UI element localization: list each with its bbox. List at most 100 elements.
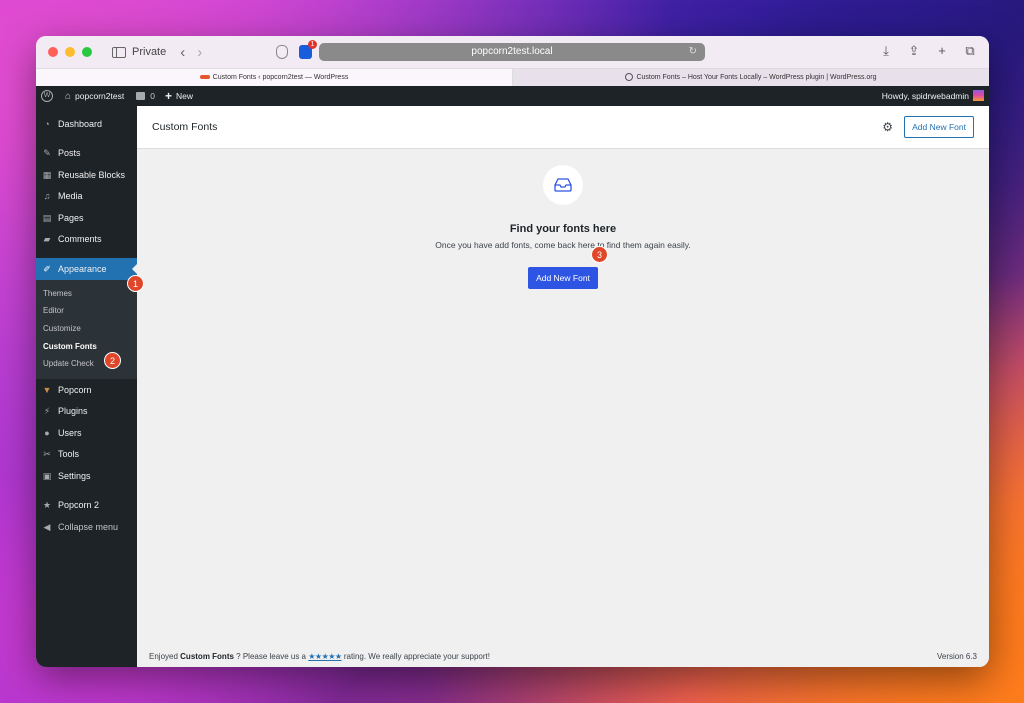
back-arrow-icon[interactable]: ‹ <box>180 44 185 61</box>
footer-plugin-name: Custom Fonts <box>180 652 234 661</box>
sidebar-item-users[interactable]: ● Users <box>36 422 137 444</box>
sidebar-item-reusable-blocks[interactable]: ▦ Reusable Blocks <box>36 164 137 186</box>
new-content-link[interactable]: New <box>176 91 193 101</box>
sidebar-item-tools[interactable]: ✂ Tools <box>36 443 137 465</box>
sidebar-item-label: Popcorn 2 <box>58 500 100 511</box>
sidebar-item-popcorn[interactable]: ▼ Popcorn <box>36 379 137 401</box>
comment-icon: ▰ <box>43 234 51 245</box>
submenu-item-customize[interactable]: Customize <box>36 320 137 338</box>
sidebar-item-media[interactable]: ♫ Media <box>36 186 137 208</box>
empty-state: Find your fonts here Once you have add f… <box>137 149 989 289</box>
version-label: Version 6.3 <box>936 652 977 661</box>
reload-icon[interactable]: ↻ <box>689 43 697 61</box>
sidebar-item-label: Pages <box>58 212 84 223</box>
submenu-item-custom-fonts[interactable]: Custom Fonts <box>36 338 137 356</box>
appearance-submenu: Themes Editor Customize Custom Fonts Upd… <box>36 279 137 379</box>
wordpress-favicon-icon <box>625 73 634 82</box>
sidebar-item-label: Posts <box>58 148 81 159</box>
add-new-font-button[interactable]: Add New Font <box>528 267 598 289</box>
rating-stars-link[interactable]: ★★★★★ <box>308 652 342 661</box>
wp-admin-bar: W ⌂ popcorn2test 0 + New Howdy, spidrweb… <box>36 86 989 106</box>
privacy-shield-icon[interactable] <box>276 45 288 59</box>
downloads-icon[interactable]: ⤓ <box>879 44 893 58</box>
site-name-link[interactable]: popcorn2test <box>75 91 124 101</box>
home-icon[interactable]: ⌂ <box>65 91 71 102</box>
add-new-font-header-button[interactable]: Add New Font <box>904 116 974 138</box>
forward-arrow-icon[interactable]: › <box>197 44 202 61</box>
sidebar-item-label: Media <box>58 191 83 202</box>
admin-sidebar: ◔ Dashboard ✎ Posts ▦ Reusable Blocks ♫ … <box>36 106 144 667</box>
sidebar-item-comments[interactable]: ▰ Comments <box>36 229 137 251</box>
address-bar[interactable]: popcorn2test.local ↻ <box>319 43 705 61</box>
pin-icon: ✎ <box>43 148 51 159</box>
page-title: Custom Fonts <box>152 121 218 133</box>
collapse-menu-button[interactable]: ◀ Collapse menu <box>36 516 137 538</box>
step-badge-2: 2 <box>104 352 121 369</box>
popcorn-favicon-icon <box>199 75 210 80</box>
submenu-item-update-check[interactable]: Update Check <box>36 355 137 373</box>
new-tab-icon[interactable]: + <box>935 44 949 58</box>
comment-bubble-icon[interactable] <box>136 92 146 100</box>
footer-text-middle: ? Please leave us a <box>236 652 306 661</box>
tab-wordpress-org-plugin[interactable]: Custom Fonts – Host Your Fonts Locally –… <box>513 69 989 86</box>
tab-label: Custom Fonts – Host Your Fonts Locally –… <box>636 74 877 81</box>
tab-bar: Custom Fonts ‹ popcorn2test — WordPress … <box>36 68 989 86</box>
close-window-button[interactable] <box>48 47 58 57</box>
tab-custom-fonts-admin[interactable]: Custom Fonts ‹ popcorn2test — WordPress <box>36 69 513 86</box>
browser-window: Private ‹ › 1 popcorn2test.local ↻ ⤓ ⇪ +… <box>36 36 989 667</box>
popcorn-icon: ▼ <box>42 384 52 395</box>
url-text: popcorn2test.local <box>471 46 553 57</box>
star-icon: ★ <box>42 500 52 511</box>
tab-overview-icon[interactable]: ⧉ <box>963 44 977 58</box>
comment-count[interactable]: 0 <box>150 91 155 101</box>
wrench-icon: ✂ <box>43 449 51 460</box>
submenu-item-themes[interactable]: Themes <box>36 285 137 303</box>
wordpress-logo-icon[interactable]: W <box>41 90 53 102</box>
sidebar-item-pages[interactable]: ▤ Pages <box>36 207 137 229</box>
sidebar-toggle-icon[interactable] <box>112 46 126 58</box>
sidebar-item-settings[interactable]: ▣ Settings <box>36 465 137 487</box>
tab-label: Custom Fonts ‹ popcorn2test — WordPress <box>212 74 349 81</box>
sidebar-item-label: Reusable Blocks <box>58 169 126 180</box>
footer-rating-text: Enjoyed Custom Fonts ? Please leave us a… <box>149 652 490 661</box>
settings-icon: ▣ <box>42 470 52 481</box>
admin-footer: Enjoyed Custom Fonts ? Please leave us a… <box>149 652 977 661</box>
sidebar-item-label: Tools <box>58 449 80 460</box>
avatar[interactable] <box>973 90 984 101</box>
main-content: Custom Fonts ⚙ Add New Font Find your fo… <box>137 106 989 667</box>
minimize-window-button[interactable] <box>65 47 75 57</box>
brush-icon: ✐ <box>43 263 51 274</box>
sidebar-item-posts[interactable]: ✎ Posts <box>36 143 137 165</box>
submenu-item-editor[interactable]: Editor <box>36 302 137 320</box>
browser-toolbar: Private ‹ › 1 popcorn2test.local ↻ ⤓ ⇪ +… <box>36 36 989 68</box>
inbox-icon <box>554 178 572 192</box>
inbox-icon-container <box>543 165 583 205</box>
sidebar-item-label: Dashboard <box>58 118 103 129</box>
toolbar-actions: ⤓ ⇪ + ⧉ <box>879 44 977 58</box>
page-header: Custom Fonts ⚙ Add New Font <box>137 106 989 149</box>
sidebar-item-label: Collapse menu <box>58 521 119 532</box>
window-controls <box>48 47 92 57</box>
sidebar-item-label: Popcorn <box>58 384 92 395</box>
blocks-icon: ▦ <box>42 169 52 180</box>
wp-admin-layout: ◔ Dashboard ✎ Posts ▦ Reusable Blocks ♫ … <box>36 106 989 667</box>
sidebar-item-appearance[interactable]: ✐ Appearance <box>36 258 137 280</box>
sidebar-item-label: Settings <box>58 470 91 481</box>
sidebar-item-plugins[interactable]: ⚡ Plugins <box>36 400 137 422</box>
sidebar-item-label: Plugins <box>58 406 88 417</box>
sidebar-item-label: Comments <box>58 234 102 245</box>
private-label: Private <box>132 46 167 58</box>
sidebar-item-dashboard[interactable]: ◔ Dashboard <box>36 113 137 135</box>
empty-state-title: Find your fonts here <box>509 223 617 235</box>
plus-icon[interactable]: + <box>165 89 172 103</box>
howdy-user-link[interactable]: Howdy, spidrwebadmin <box>882 91 969 101</box>
gear-icon[interactable]: ⚙ <box>882 121 893 133</box>
user-icon: ● <box>44 427 50 438</box>
sidebar-item-popcorn-2[interactable]: ★ Popcorn 2 <box>36 494 137 516</box>
sidebar-item-label: Users <box>58 427 82 438</box>
maximize-window-button[interactable] <box>82 47 92 57</box>
sidebar-item-label: Appearance <box>58 263 107 274</box>
share-icon[interactable]: ⇪ <box>907 44 921 58</box>
plug-icon: ⚡ <box>43 406 51 417</box>
dashboard-icon: ◔ <box>44 118 50 129</box>
